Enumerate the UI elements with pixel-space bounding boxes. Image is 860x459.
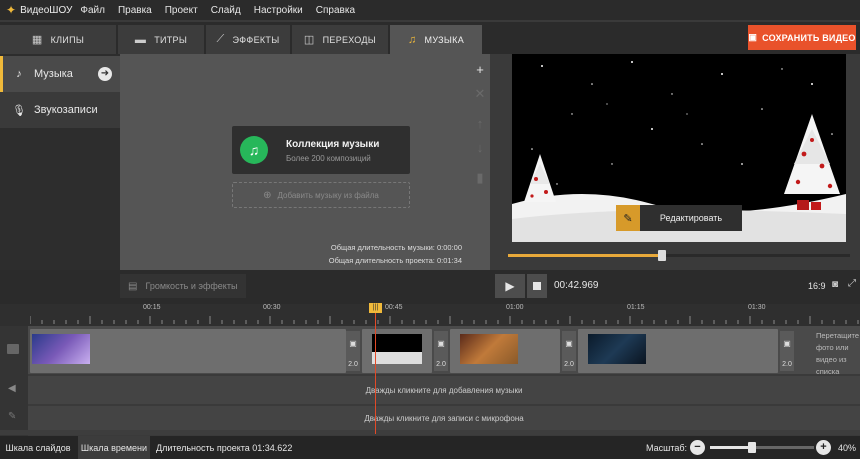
zoom-value: 40% bbox=[838, 442, 857, 453]
slide-thumbnail bbox=[32, 334, 90, 364]
arrow-right-icon: ➜ bbox=[98, 67, 112, 81]
transition[interactable]: ▣ 2.0 bbox=[346, 331, 360, 371]
app-logo: ✦ ВидеоШОУ bbox=[0, 3, 80, 17]
microphone-track[interactable]: Дважды кликните для записи с микрофона bbox=[28, 406, 860, 430]
menu-slide[interactable]: Слайд bbox=[211, 5, 241, 16]
music-collection-card[interactable]: ♫ Коллекция музыки Более 200 композиций bbox=[232, 126, 410, 174]
plus-circle-icon: ⊕ bbox=[263, 189, 272, 201]
playhead-line bbox=[375, 304, 376, 434]
tick-label: 00:30 bbox=[263, 304, 281, 311]
sidebar: ♪ Музыка ➜ 🎙 Звукозаписи bbox=[0, 54, 120, 270]
tab-slide-scale[interactable]: Шкала слайдов bbox=[0, 436, 76, 459]
slide-thumbnail bbox=[372, 334, 422, 364]
tab-effects[interactable]: ⟋ ЭФФЕКТЫ bbox=[206, 25, 290, 54]
project-duration-status: Длительность проекта 01:34.622 bbox=[156, 442, 293, 453]
transition[interactable]: ▣ 2.0 bbox=[780, 331, 794, 371]
transition-icon: ◫ bbox=[303, 34, 315, 46]
stop-icon bbox=[533, 282, 541, 290]
edit-button[interactable]: ✎ Редактировать bbox=[616, 205, 742, 231]
stop-button[interactable] bbox=[527, 274, 547, 298]
arrow-up-icon[interactable]: ↑ bbox=[473, 116, 487, 131]
pencil-icon: ✎ bbox=[616, 205, 640, 231]
transition-icon: ▣ bbox=[349, 339, 357, 348]
transition[interactable]: ▣ 2.0 bbox=[562, 331, 576, 371]
magic-wand-icon: ⟋ bbox=[216, 33, 225, 45]
sidebar-item-sound-recordings[interactable]: 🎙 Звукозаписи bbox=[0, 92, 120, 128]
music-note-icon: ♫ bbox=[407, 33, 417, 46]
plus-icon[interactable]: + bbox=[473, 62, 487, 77]
zoom-in-button[interactable]: + bbox=[816, 440, 831, 455]
zoom-slider[interactable] bbox=[710, 442, 814, 453]
volume-icon: ▤ bbox=[128, 280, 138, 292]
film-icon: ▦ bbox=[31, 34, 43, 46]
transition-icon: ▣ bbox=[565, 339, 573, 348]
tick-label: 01:30 bbox=[748, 304, 766, 311]
transition-icon: ▣ bbox=[783, 339, 791, 348]
camera-icon[interactable]: ◙ bbox=[832, 279, 838, 290]
progress-fill bbox=[508, 254, 662, 257]
zoom-label: Масштаб: bbox=[646, 442, 688, 453]
tick-label: 01:15 bbox=[627, 304, 645, 311]
film-save-icon: ▣ bbox=[748, 32, 758, 42]
arrow-down-icon[interactable]: ↓ bbox=[473, 140, 487, 155]
menu-project[interactable]: Проект bbox=[165, 5, 198, 16]
timeline-scrollbar[interactable] bbox=[0, 430, 860, 435]
collection-title: Коллекция музыки bbox=[286, 139, 380, 150]
speaker-icon: ◀ bbox=[8, 383, 16, 394]
zoom-fill bbox=[710, 446, 752, 449]
zoom-out-button[interactable]: − bbox=[690, 440, 705, 455]
tab-music[interactable]: ♫ МУЗЫКА bbox=[390, 25, 482, 54]
play-icon: ▶ bbox=[505, 279, 515, 293]
speech-bubble-icon: ▬ bbox=[134, 33, 147, 46]
menu-settings[interactable]: Настройки bbox=[254, 5, 303, 16]
slide-thumbnail bbox=[460, 334, 518, 364]
menu-edit[interactable]: Правка bbox=[118, 5, 152, 16]
music-note-icon: ♫ bbox=[240, 136, 268, 164]
close-icon[interactable]: ✕ bbox=[473, 86, 487, 102]
menubar: ✦ ВидеоШОУ Файл Правка Проект Слайд Наст… bbox=[0, 0, 860, 20]
slide-thumbnail bbox=[588, 334, 646, 364]
fullscreen-icon[interactable]: ⤢ bbox=[848, 278, 856, 289]
ruler-ticks bbox=[30, 316, 859, 324]
add-music-from-file-button[interactable]: ⊕ Добавить музыку из файла bbox=[232, 182, 410, 208]
tab-timeline-scale[interactable]: Шкала времени bbox=[78, 436, 150, 459]
volume-effects-button[interactable]: ▤ Громкость и эффекты bbox=[120, 274, 246, 298]
microphone-icon: 🎙 bbox=[12, 104, 26, 117]
preview-progress-slider[interactable] bbox=[508, 250, 850, 261]
project-duration: Общая длительность проекта: 0:01:34 bbox=[328, 256, 462, 265]
play-button[interactable]: ▶ bbox=[495, 274, 525, 298]
magic-star-icon: ✦ bbox=[6, 3, 17, 17]
tick-label: 00:45 bbox=[385, 304, 403, 311]
aspect-ratio[interactable]: 16:9 bbox=[808, 281, 826, 291]
menu-file[interactable]: Файл bbox=[80, 5, 105, 16]
music-track[interactable]: Дважды кликните для добавления музыки bbox=[28, 376, 860, 404]
slide-clip[interactable] bbox=[578, 329, 778, 373]
tab-titles[interactable]: ▬ ТИТРЫ bbox=[118, 25, 204, 54]
music-tools: + ✕ ↑ ↓ ▮ bbox=[470, 54, 490, 270]
music-duration: Общая длительность музыки: 0:00:00 bbox=[330, 243, 462, 252]
trash-icon[interactable]: ▮ bbox=[473, 170, 487, 186]
save-video-button[interactable]: ▣ СОХРАНИТЬ ВИДЕО bbox=[748, 25, 856, 50]
zoom-knob[interactable] bbox=[747, 442, 756, 453]
tab-clips[interactable]: ▦ КЛИПЫ bbox=[0, 25, 116, 54]
transition-icon: ▣ bbox=[437, 339, 445, 348]
tab-bar: ▦ КЛИПЫ ▬ ТИТРЫ ⟋ ЭФФЕКТЫ ◫ ПЕРЕХОДЫ ♫ МУЗЫКА bbox=[0, 22, 860, 54]
progress-knob[interactable] bbox=[657, 250, 666, 261]
menu-help[interactable]: Справка bbox=[316, 5, 355, 16]
sidebar-item-music[interactable]: ♪ Музыка ➜ bbox=[0, 56, 120, 92]
tick-label: 00:15 bbox=[143, 304, 161, 311]
microphone-icon: ✎ bbox=[8, 411, 17, 422]
playhead-handle[interactable]: ||| bbox=[369, 303, 382, 313]
tab-transitions[interactable]: ◫ ПЕРЕХОДЫ bbox=[292, 25, 388, 54]
time-display: 00:42.969 bbox=[554, 280, 599, 291]
slide-clip[interactable] bbox=[362, 329, 432, 373]
video-track-icon bbox=[7, 344, 19, 354]
tick-label: 01:00 bbox=[506, 304, 524, 311]
app-name: ВидеоШОУ bbox=[20, 4, 73, 16]
slide-clip[interactable] bbox=[450, 329, 560, 373]
music-file-icon: ♪ bbox=[16, 68, 22, 80]
collection-subtitle: Более 200 композиций bbox=[286, 154, 371, 163]
slide-clip[interactable] bbox=[30, 329, 346, 373]
transition[interactable]: ▣ 2.0 bbox=[434, 331, 448, 371]
